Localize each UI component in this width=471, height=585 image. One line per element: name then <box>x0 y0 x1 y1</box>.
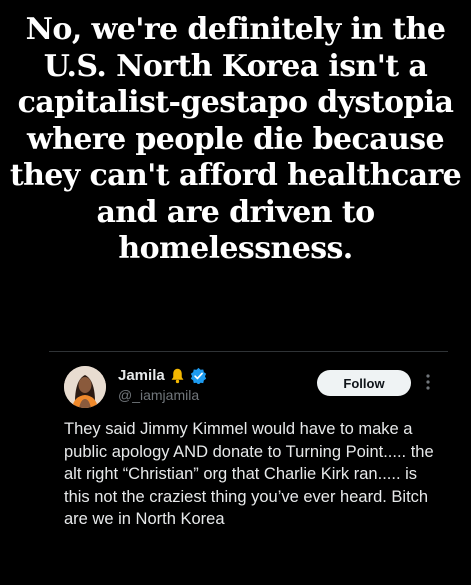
verified-badge-icon <box>190 367 206 384</box>
author-display-name[interactable]: Jamila <box>118 367 165 384</box>
avatar[interactable] <box>64 366 106 408</box>
more-options-icon[interactable] <box>424 372 432 392</box>
tweet-text: They said Jimmy Kimmel would have to mak… <box>64 420 434 528</box>
avatar-photo-icon <box>64 366 106 408</box>
embedded-tweet[interactable]: Jamila @_iamjamila Follow They said Jimm… <box>49 351 448 585</box>
meme-caption: No, we're definitely in the U.S. North K… <box>9 12 462 266</box>
author-name-row: Jamila <box>118 367 207 384</box>
follow-button[interactable]: Follow <box>317 370 411 396</box>
bell-icon <box>171 368 184 384</box>
author-handle[interactable]: @_iamjamila <box>118 387 199 403</box>
